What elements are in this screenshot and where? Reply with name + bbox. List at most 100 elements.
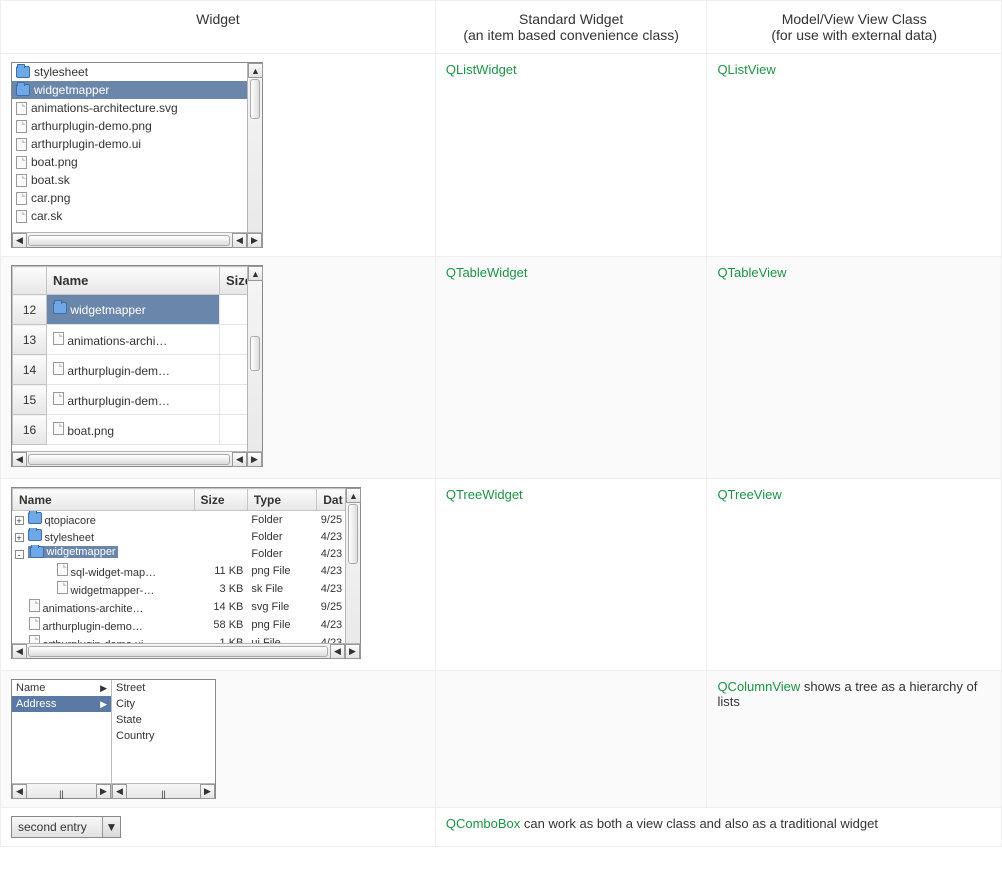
scroll-up-icon[interactable]: ▲	[248, 266, 263, 281]
scrollbar-vertical[interactable]: ▲ ▼	[345, 488, 360, 658]
columnview-item[interactable]: Country	[112, 728, 215, 744]
scroll-left2-icon[interactable]: ◀	[232, 233, 247, 248]
columnview-item[interactable]: City	[112, 696, 215, 712]
scroll-left-icon[interactable]: ◀	[12, 233, 27, 248]
column-view-widget[interactable]: Name▶Address▶ ◀ ▶ || StreetCityStateCoun…	[11, 679, 216, 799]
link-qcombobox[interactable]: QComboBox	[446, 816, 520, 831]
scroll-thumb[interactable]	[250, 336, 260, 371]
table-row[interactable]: 16 boat.png	[13, 415, 262, 445]
scrollbar-horizontal[interactable]: ◀ ▶ ||	[112, 783, 215, 798]
row-header[interactable]: 15	[13, 385, 47, 415]
scroll-left-icon[interactable]: ◀	[12, 644, 27, 659]
link-qlistwidget[interactable]: QListWidget	[446, 62, 517, 77]
cell-name[interactable]: arthurplugin-demo…	[13, 616, 195, 634]
scroll-up-icon[interactable]: ▲	[346, 488, 361, 503]
scroll-track[interactable]	[28, 235, 230, 246]
scroll-left-icon[interactable]: ◀	[12, 784, 27, 799]
cell-name[interactable]: animations-archi…	[47, 325, 220, 355]
row-header[interactable]: 13	[13, 325, 47, 355]
columnview-item[interactable]: Name▶	[12, 680, 111, 696]
cell-name[interactable]: boat.png	[47, 415, 220, 445]
cell-name[interactable]: + stylesheet	[13, 528, 195, 545]
list-item[interactable]: car.sk	[12, 207, 262, 225]
scroll-left-icon[interactable]: ◀	[112, 784, 127, 799]
link-qcolumnview[interactable]: QColumnView	[717, 679, 800, 694]
tree-row[interactable]: animations-archite…14 KBsvg File9/25	[13, 598, 360, 616]
tree-row[interactable]: sql-widget-map…11 KBpng File4/23	[13, 562, 360, 580]
scroll-right-icon[interactable]: ▶	[247, 452, 262, 467]
tree-row[interactable]: + qtopiacoreFolder9/25	[13, 511, 360, 529]
cell-name[interactable]: arthurplugin-dem…	[47, 355, 220, 385]
tree-col-type[interactable]: Type	[247, 489, 316, 511]
scroll-left2-icon[interactable]: ◀	[330, 644, 345, 659]
list-item[interactable]: boat.png	[12, 153, 262, 171]
list-item[interactable]: car.png	[12, 189, 262, 207]
scroll-track[interactable]	[28, 454, 230, 465]
row-header[interactable]: 16	[13, 415, 47, 445]
tree-row[interactable]: widgetmapper-…3 KBsk File4/23	[13, 580, 360, 598]
list-item[interactable]: boat.sk	[12, 171, 262, 189]
list-item[interactable]: arthurplugin-demo.png	[12, 117, 262, 135]
scroll-thumb[interactable]	[250, 79, 260, 119]
list-item[interactable]: widgetmapper	[12, 81, 262, 99]
cell-name[interactable]: animations-archite…	[13, 598, 195, 616]
scrollbar-horizontal[interactable]: ◀ ◀ ▶	[12, 643, 360, 658]
table-col-name[interactable]: Name	[47, 267, 220, 295]
row-header[interactable]: 14	[13, 355, 47, 385]
tree-row[interactable]: - widgetmapperFolder4/23	[13, 545, 360, 562]
columnview-item[interactable]: Address▶	[12, 696, 111, 712]
link-qtreeview[interactable]: QTreeView	[717, 487, 781, 502]
scroll-right-icon[interactable]: ▶	[345, 644, 360, 659]
link-qtablewidget[interactable]: QTableWidget	[446, 265, 528, 280]
scroll-thumb[interactable]	[348, 504, 358, 564]
table-row[interactable]: 13 animations-archi…	[13, 325, 262, 355]
scrollbar-horizontal[interactable]: ◀ ▶ ||	[12, 783, 111, 798]
scroll-up-icon[interactable]: ▲	[248, 63, 263, 78]
link-qlistview[interactable]: QListView	[717, 62, 775, 77]
list-item-label: animations-architecture.svg	[31, 101, 178, 115]
scrollbar-horizontal[interactable]: ◀ ◀ ▶	[12, 451, 262, 466]
link-qtreewidget[interactable]: QTreeWidget	[446, 487, 523, 502]
tree-row[interactable]: + stylesheetFolder4/23	[13, 528, 360, 545]
columnview-item[interactable]: Street	[112, 680, 215, 696]
scroll-right-icon[interactable]: ▶	[96, 784, 111, 799]
table-row[interactable]: 12 widgetmapper	[13, 295, 262, 325]
scroll-left-icon[interactable]: ◀	[12, 452, 27, 467]
scroll-track[interactable]	[28, 646, 328, 657]
expand-icon[interactable]: +	[15, 516, 24, 525]
columnview-item[interactable]: State	[112, 712, 215, 728]
chevron-down-icon[interactable]: ▼	[102, 817, 120, 837]
cell-name[interactable]: widgetmapper-…	[13, 580, 195, 598]
link-qtableview[interactable]: QTableView	[717, 265, 786, 280]
cell-name[interactable]: - widgetmapper	[13, 545, 195, 562]
tree-col-name[interactable]: Name	[13, 489, 195, 511]
scroll-right-icon[interactable]: ▶	[200, 784, 215, 799]
cell-name[interactable]: widgetmapper	[47, 295, 220, 325]
list-widget[interactable]: stylesheetwidgetmapper animations-archite…	[11, 62, 263, 248]
scroll-right-icon[interactable]: ▶	[247, 233, 262, 248]
list-item-label: boat.sk	[31, 173, 70, 187]
scrollbar-horizontal[interactable]: ◀ ◀ ▶	[12, 232, 262, 247]
combobox[interactable]: second entry ▼	[11, 816, 121, 838]
scroll-left2-icon[interactable]: ◀	[232, 452, 247, 467]
cell-name[interactable]: arthurplugin-dem…	[47, 385, 220, 415]
cell-type: png File	[247, 616, 316, 634]
list-item[interactable]: animations-architecture.svg	[12, 99, 262, 117]
grip-icon[interactable]: ||	[59, 789, 64, 799]
tree-row[interactable]: arthurplugin-demo…58 KBpng File4/23	[13, 616, 360, 634]
row-header[interactable]: 12	[13, 295, 47, 325]
list-item[interactable]: arthurplugin-demo.ui	[12, 135, 262, 153]
grip-icon[interactable]: ||	[161, 789, 166, 799]
cell-name[interactable]: + qtopiacore	[13, 511, 195, 529]
expand-icon[interactable]: +	[15, 533, 24, 542]
table-widget[interactable]: Name Size 12 widgetmapper13 animations-a…	[11, 265, 263, 467]
table-row[interactable]: 15 arthurplugin-dem…	[13, 385, 262, 415]
tree-widget[interactable]: Name Size Type Dat + qtopiacoreFolder9/2…	[11, 487, 361, 659]
collapse-icon[interactable]: -	[15, 550, 24, 559]
list-item[interactable]: stylesheet	[12, 63, 262, 81]
tree-col-size[interactable]: Size	[194, 489, 247, 511]
scrollbar-vertical[interactable]: ▲ ▼	[247, 266, 262, 466]
table-row[interactable]: 14 arthurplugin-dem…	[13, 355, 262, 385]
cell-name[interactable]: sql-widget-map…	[13, 562, 195, 580]
scrollbar-vertical[interactable]: ▲ ▼	[247, 63, 262, 247]
